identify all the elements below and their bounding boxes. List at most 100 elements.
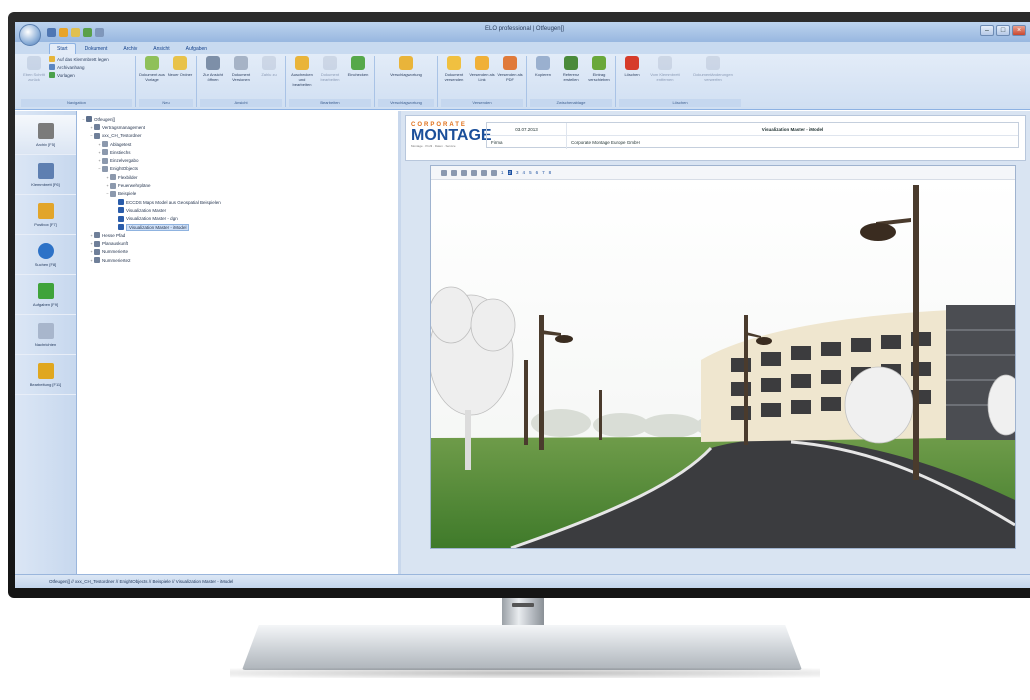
edit-document-button[interactable]: Dokument bearbeiten	[317, 56, 343, 82]
tab-dokument[interactable]: Dokument	[78, 44, 115, 54]
move-entry-button[interactable]: Eintrag verschieben	[586, 56, 612, 82]
window-title: ELO professional | Otfeugen[]	[485, 26, 564, 32]
tree-node-label: Einstiechs	[110, 149, 131, 155]
tree-node[interactable]: + Flexbilder	[81, 173, 398, 181]
folder-icon[interactable]	[71, 27, 80, 37]
page-link[interactable]: 1	[501, 170, 504, 175]
new-folder-button[interactable]: Neuer Ordner	[167, 56, 193, 77]
nav-item-aufgaben[interactable]: Aufgaben [F9]	[15, 275, 76, 315]
settings-icon[interactable]	[491, 169, 497, 176]
nav-item-postbox[interactable]: Postbox [F7]	[15, 195, 76, 235]
keywording-button[interactable]: Verschlagwortung	[378, 56, 434, 77]
page-link[interactable]: 3	[516, 170, 519, 175]
tab-start[interactable]: Start	[49, 43, 76, 54]
discard-icon	[706, 56, 720, 70]
clipboard-add-button[interactable]: Auf das Klemmbrett legen	[49, 56, 127, 62]
ribbon-group-loeschen: Löschen Vom Klemmbrett entfernen Dokumen…	[616, 56, 744, 107]
tree-node[interactable]: ECCDS Maps Model aus Geospatial Beispiel…	[81, 198, 398, 206]
nav-item-archiv[interactable]: Archiv [F5]	[15, 115, 76, 155]
tree-node[interactable]: + Feuerwehrpläne	[81, 181, 398, 189]
zahlu-button[interactable]: Zahlu zu	[256, 56, 282, 77]
tree-node[interactable]: Visualization Master	[81, 206, 398, 214]
save-icon[interactable]	[47, 27, 56, 37]
archive-attachment-button[interactable]: Archivanhang	[49, 64, 127, 70]
dropdown-icon[interactable]	[95, 27, 104, 37]
create-reference-button[interactable]: Referenz erstellen	[558, 56, 584, 82]
breadcrumb-path: Otfeugen[] // xxx_CH_Testordner // Enigh…	[49, 579, 234, 584]
fit-page-icon[interactable]	[461, 169, 467, 176]
zoom-in-icon[interactable]	[441, 169, 447, 176]
close-button[interactable]: ×	[1012, 25, 1026, 36]
new-folder-icon	[173, 56, 187, 70]
copy-icon	[536, 56, 550, 70]
tree-node-label: Beispiele	[118, 191, 137, 197]
nav-item-nachrichten[interactable]: Nachrichten	[15, 315, 76, 355]
checkout-edit-button[interactable]: Auschecken und bearbeiten	[289, 56, 315, 87]
tree-node-label: Hesse Pfad	[102, 232, 126, 238]
ribbon-group-versenden: Dokument versenden Versenden als Link Ve…	[438, 56, 527, 107]
tree-node-label: ECCDS Maps Model aus Geospatial Beispiel…	[126, 199, 221, 205]
tree-node-label: Nummerierte2	[102, 257, 131, 263]
tab-aufgaben[interactable]: Aufgaben	[179, 44, 214, 54]
tree-node[interactable]: Visualization Master - dgn	[81, 215, 398, 223]
document-from-template-button[interactable]: Dokument aus Vorlage	[139, 56, 165, 82]
tree-node[interactable]: − EnightObjects	[81, 165, 398, 173]
checkin-button[interactable]: Einchecken	[345, 56, 371, 77]
document-date: 03.07.2013	[487, 123, 567, 135]
maximize-button[interactable]: □	[996, 25, 1010, 36]
copy-button[interactable]: Kopieren	[530, 56, 556, 77]
ribbon-tab-bar: Start Dokument Archiv Ansicht Aufgaben	[15, 42, 1030, 54]
nav-item-klemmbrett[interactable]: Klemmbrett [F6]	[15, 155, 76, 195]
tree-node[interactable]: − xxx_CH_Testordner	[81, 132, 398, 140]
document-content-pane: CORPORATE MONTAGE Montage · Profil · Dat…	[401, 111, 1030, 574]
archive-tree: − Otfeugen[] + Vertragsmanagement − xxx_CH_Te…	[77, 111, 401, 574]
send-pdf-button[interactable]: Versenden als PDF	[497, 56, 523, 82]
minimize-button[interactable]: –	[980, 25, 994, 36]
document-info-table: 03.07.2013 Visualization Master - iModel…	[486, 122, 1019, 149]
tree-node[interactable]: + Ablagetest	[81, 140, 398, 148]
folder-icon	[110, 190, 116, 197]
send-document-button[interactable]: Dokument versenden	[441, 56, 467, 82]
open-view-button[interactable]: Zur Ansicht öffnen	[200, 56, 226, 82]
nav-item-suchen[interactable]: Suchen [F8]	[15, 235, 76, 275]
tree-node[interactable]: + Hesse Pfad	[81, 231, 398, 239]
template-icon	[49, 72, 55, 78]
tree-node[interactable]: − Beispiele	[81, 190, 398, 198]
page-link[interactable]: 5	[529, 170, 532, 175]
print-icon[interactable]	[471, 169, 477, 176]
page-link[interactable]: 7	[542, 170, 545, 175]
document-icon	[118, 199, 124, 206]
rotate-icon[interactable]	[481, 169, 487, 176]
tree-node[interactable]: + Planauskunft	[81, 239, 398, 247]
tree-node[interactable]: + Nummerierte	[81, 248, 398, 256]
folder-icon	[102, 141, 108, 148]
tab-archiv[interactable]: Archiv	[116, 44, 144, 54]
application-orb-button[interactable]	[19, 24, 41, 46]
templates-button[interactable]: Vorlagen	[49, 72, 127, 78]
tree-node[interactable]: Visualization Master - iModel	[81, 223, 398, 231]
page-link-active[interactable]: 2	[507, 170, 513, 175]
field-label: Firma	[487, 136, 567, 149]
new-document-icon	[145, 56, 159, 70]
document-versions-button[interactable]: Dokument Versionen	[228, 56, 254, 82]
discard-changes-button[interactable]: Dokumentänderungen verwerfen	[685, 56, 741, 82]
page-link[interactable]: 6	[536, 170, 539, 175]
tree-node-label: Visualization Master - iModel	[126, 223, 190, 231]
undo-icon[interactable]	[59, 27, 68, 37]
step-back-button[interactable]: Eben Schritt zurück	[21, 56, 47, 82]
tree-node[interactable]: − Otfeugen[]	[81, 115, 398, 123]
refresh-icon[interactable]	[83, 27, 92, 37]
delete-button[interactable]: Löschen	[619, 56, 645, 77]
tree-node[interactable]: + Nummerierte2	[81, 256, 398, 264]
send-link-button[interactable]: Versenden als Link	[469, 56, 495, 82]
zoom-out-icon[interactable]	[451, 169, 457, 176]
tree-node[interactable]: + Einstiechs	[81, 148, 398, 156]
tree-node[interactable]: + Vertragsmanagement	[81, 123, 398, 131]
tab-ansicht[interactable]: Ansicht	[146, 44, 176, 54]
page-link[interactable]: 4	[523, 170, 526, 175]
page-link[interactable]: 8	[549, 170, 552, 175]
remove-from-clipboard-button[interactable]: Vom Klemmbrett entfernen	[647, 56, 683, 82]
folder-icon	[94, 240, 100, 247]
nav-item-bearbeitung[interactable]: Bearbeitung [F11]	[15, 355, 76, 395]
tree-node[interactable]: + Einzelvergabo	[81, 156, 398, 164]
